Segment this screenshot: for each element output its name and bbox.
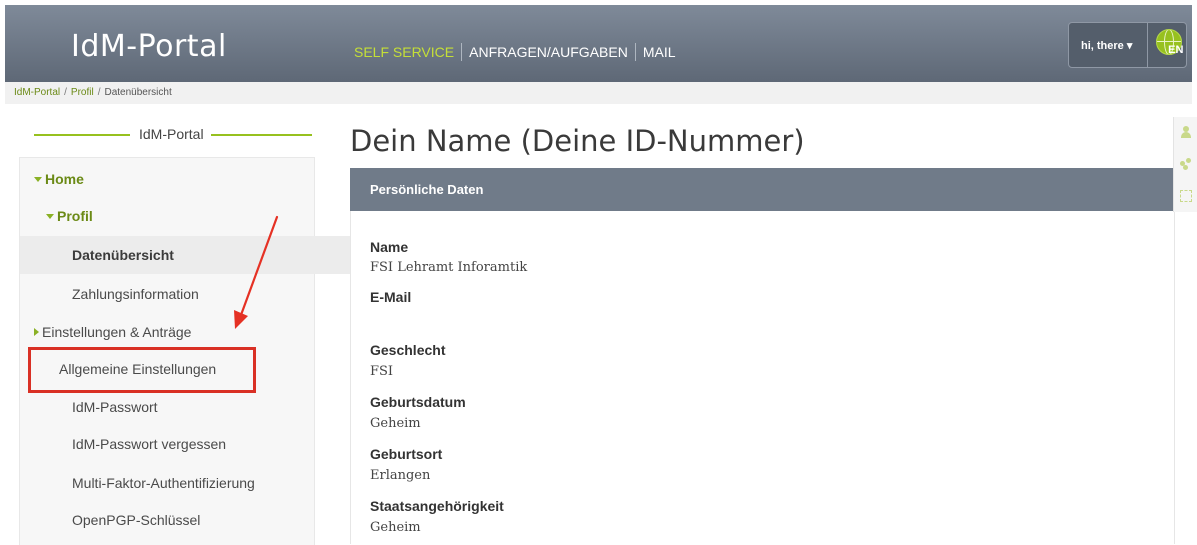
language-switch-button[interactable]: EN bbox=[1148, 23, 1186, 67]
field-value-staatsangehoerigkeit: Geheim bbox=[370, 520, 421, 535]
highlight-box bbox=[28, 347, 256, 393]
field-label-email: E-Mail bbox=[370, 289, 412, 305]
sidebar-item-zahlungsinformation[interactable]: Zahlungsinformation bbox=[20, 275, 366, 313]
sidebar-title-rule bbox=[34, 134, 130, 136]
sidebar-item-label: OpenPGP-Schlüssel bbox=[72, 512, 201, 528]
field-label-geburtsdatum: Geburtsdatum bbox=[370, 394, 466, 410]
top-nav: SELF SERVICE ANFRAGEN/AUFGABEN MAIL bbox=[354, 43, 683, 61]
sidebar-item-idm-passwort-vergessen[interactable]: IdM-Passwort vergessen bbox=[20, 425, 366, 463]
portal-logo[interactable]: IdM-Portal bbox=[71, 29, 227, 64]
collapsed-triangle-icon bbox=[34, 328, 39, 337]
user-menu-button[interactable]: hi, there ▾ bbox=[1069, 39, 1147, 52]
sidebar-title-rule bbox=[211, 134, 312, 136]
breadcrumb: IdM-Portal / Profil / Datenübersicht bbox=[5, 82, 1192, 104]
user-menu-label: hi, there bbox=[1081, 39, 1124, 52]
red-arrow-icon bbox=[234, 215, 279, 329]
user-menu-box: hi, there ▾ EN bbox=[1068, 22, 1187, 68]
sidebar-item-idm-passwort[interactable]: IdM-Passwort bbox=[20, 388, 366, 426]
field-value-geburtsdatum: Geheim bbox=[370, 416, 421, 431]
expanded-triangle-icon bbox=[34, 176, 42, 182]
sidebar-item-label: Zahlungsinformation bbox=[72, 286, 199, 302]
sidebar-item-openpgp[interactable]: OpenPGP-Schlüssel bbox=[20, 501, 366, 539]
page-title: Dein Name (Deine ID-Nummer) bbox=[350, 124, 805, 158]
sidebar-item-multi-faktor[interactable]: Multi-Faktor-Authentifizierung bbox=[20, 464, 366, 502]
sidebar-item-label: IdM-Passwort vergessen bbox=[72, 436, 227, 452]
sidebar-item-label: Profil bbox=[57, 208, 93, 224]
breadcrumb-item-profil[interactable]: Profil bbox=[71, 87, 94, 98]
sidebar-item-label: Multi-Faktor-Authentifizierung bbox=[72, 475, 255, 491]
sidebar-title: IdM-Portal bbox=[19, 124, 313, 144]
sidebar-item-label: Einstellungen & Anträge bbox=[42, 324, 192, 340]
sidebar-item-profil[interactable]: Profil bbox=[20, 197, 340, 235]
caret-down-icon: ▾ bbox=[1126, 39, 1133, 52]
breadcrumb-item-idm-portal[interactable]: IdM-Portal bbox=[14, 87, 60, 98]
field-value-geburtsort: Erlangen bbox=[370, 468, 431, 483]
group-icon[interactable] bbox=[1180, 158, 1192, 170]
sidebar-item-label: IdM-Passwort bbox=[72, 399, 158, 415]
breadcrumb-separator: / bbox=[64, 87, 67, 98]
sidebar-item-label: Datenübersicht bbox=[72, 247, 174, 263]
header-bar: IdM-Portal SELF SERVICE ANFRAGEN/AUFGABE… bbox=[5, 5, 1192, 82]
field-label-staatsangehoerigkeit: Staatsangehörigkeit bbox=[370, 498, 504, 514]
user-icon[interactable] bbox=[1180, 126, 1192, 138]
side-toolbar bbox=[1173, 117, 1197, 212]
language-label: EN bbox=[1168, 44, 1184, 56]
field-value-name: FSI Lehramt Inforamtik bbox=[370, 260, 528, 275]
breadcrumb-separator: / bbox=[97, 87, 101, 98]
nav-anfragen-aufgaben[interactable]: ANFRAGEN/AUFGABEN bbox=[462, 44, 635, 60]
breadcrumb-item-current: Datenübersicht bbox=[104, 87, 172, 98]
field-label-geschlecht: Geschlecht bbox=[370, 342, 446, 358]
section-header: Persönliche Daten bbox=[350, 168, 1173, 211]
sidebar-title-text: IdM-Portal bbox=[139, 126, 204, 142]
field-label-geburtsort: Geburtsort bbox=[370, 446, 443, 462]
field-label-name: Name bbox=[370, 239, 409, 255]
nav-self-service[interactable]: SELF SERVICE bbox=[354, 44, 461, 60]
sidebar-item-label: Home bbox=[45, 171, 84, 187]
sidebar-item-datenuebersicht[interactable]: Datenübersicht bbox=[20, 236, 366, 274]
expanded-triangle-icon bbox=[46, 213, 54, 219]
field-value-geschlecht: FSI bbox=[370, 364, 394, 379]
org-tree-icon[interactable] bbox=[1180, 190, 1192, 202]
nav-mail[interactable]: MAIL bbox=[636, 44, 683, 60]
sidebar-item-home[interactable]: Home bbox=[20, 160, 328, 198]
